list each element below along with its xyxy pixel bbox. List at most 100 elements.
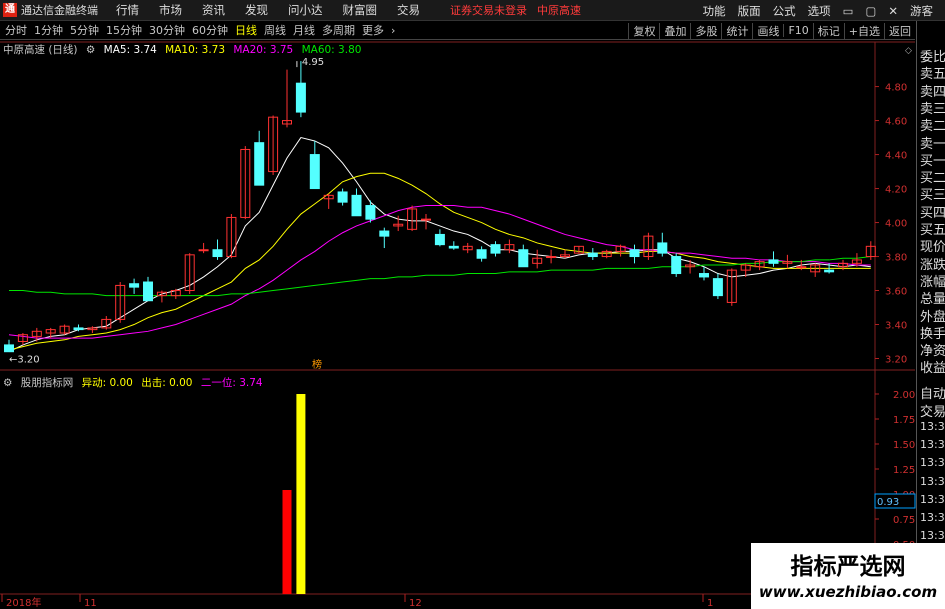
right-panel-item[interactable]: 13:37 [920,438,945,451]
right-panel-item[interactable]: 买四 [920,202,945,221]
right-panel-item[interactable]: 换手 [920,323,945,342]
watermark-url: www.xuezhibiao.com [758,583,938,601]
right-panel-item[interactable]: 收益 [920,357,945,376]
ma20-label: MA20: 3.75 [233,44,294,56]
right-panel-item[interactable]: 买三 [920,184,945,203]
right-panel-item[interactable]: 13:37 [920,493,945,506]
ma60-label: MA60: 3.80 [301,44,362,56]
right-panel-item[interactable]: 自动 [920,383,945,402]
right-panel-item[interactable]: 卖三 [920,98,945,117]
candle-body [351,194,362,217]
candle-body [434,233,445,246]
y-tick-label: 4.00 [885,219,907,230]
ind-y-tick-label: 1.75 [893,415,915,426]
watermark-title: 指标严选网 [790,554,906,580]
candle-body [587,252,598,258]
ma10-label: MA10: 3.73 [165,44,226,56]
date-label: 11 [84,598,97,609]
y-tick-label: 4.60 [885,117,907,128]
right-panel-item[interactable]: 13:37 [920,420,945,433]
list-marker: 榜 [312,358,322,371]
right-panel-item[interactable]: 买二 [920,167,945,186]
candle-body [768,259,779,264]
ind-y-tick-label: 1.50 [893,440,915,451]
right-panel-item[interactable]: 卖一 [920,133,945,152]
right-quote-panel: 委比 卖五 卖四 卖三 卖二 卖一 买一 买二 买三 买四 买五 现价 涨跌 涨幅 总量 外盘 换手 净资 收益自动… [916,21,945,609]
candle-body [379,230,390,237]
low-label: ←3.20 [9,355,40,366]
right-panel-item[interactable]: 总量 [920,288,945,307]
candle-body [824,269,835,273]
erweiyi-label: 二一位: 3.74 [200,377,263,389]
current-value: 0.93 [877,497,899,508]
right-panel-item[interactable]: 买一 [920,150,945,169]
right-panel-item[interactable]: 涨跌 [920,254,945,273]
candle-body [448,245,459,249]
right-panel-item[interactable]: 13:37 [920,456,945,469]
right-panel-item[interactable]: 买五 [920,219,945,238]
y-tick-label: 3.80 [885,253,907,264]
candle-body [671,256,682,275]
y-tick-label: 4.80 [885,83,907,94]
y-tick-label: 3.40 [885,321,907,332]
right-panel-item[interactable]: 卖四 [920,81,945,100]
right-panel-item[interactable]: 现价 [920,236,945,255]
right-panel-item[interactable]: 卖二 [920,115,945,134]
candle-body [212,249,223,258]
candle-body [309,154,320,190]
date-label: 1 [707,598,713,609]
right-panel-item[interactable]: 交易 [920,401,945,420]
right-panel-item[interactable]: 13:37 [920,475,945,488]
indicator-bar [282,490,292,594]
settings-gear-icon[interactable]: ⚙ [86,44,95,56]
kline-chart[interactable]: 3.20 3.40 3.60 3.80 4.00 4.20 4.40 4.60 4.80 ◇ 4.9… [0,0,945,609]
y-tick-label: 4.40 [885,151,907,162]
candle-body [699,273,709,278]
candle-body [629,249,640,258]
candle-body [295,82,306,113]
date-label: 2018年 [6,596,41,609]
candle-body [337,191,348,203]
candle-body [73,327,84,331]
candle-body [796,266,807,269]
main-chart-header: 中原高速 (日线) ⚙ MA5: 3.74 MA10: 3.73 MA20: 3… [3,42,366,56]
ma5-label: MA5: 3.74 [103,44,157,56]
indicator-header: ⚙ 股朋指标网 异动: 0.00 出击: 0.00 二一位: 3.74 [3,375,268,389]
candle-body [129,283,140,288]
y-tick-label: 3.20 [885,355,907,366]
high-label: 4.95 [302,57,324,68]
indicator-bar [296,394,306,594]
candle-body [476,249,487,259]
candle-body [518,249,529,268]
right-panel-item[interactable]: 13:37 [920,511,945,524]
indicator-name: 股朋指标网 [20,377,74,389]
right-panel-item[interactable]: 13:38 [920,529,945,542]
right-panel-item[interactable]: 净资 [920,340,945,359]
right-panel-item[interactable]: 委比 [920,46,945,65]
ma-line-ma10 [8,172,871,351]
candle-body [712,278,723,297]
close-small-icon: ◇ [905,46,912,56]
candle-body [657,242,668,254]
candle-body [546,256,557,259]
ind-y-tick-label: 2.00 [893,390,915,401]
candle-body [490,244,501,254]
y-tick-label: 3.60 [885,287,907,298]
candle-body [365,205,376,220]
date-label: 12 [409,598,422,609]
right-panel-item[interactable]: 卖五 [920,63,945,82]
candle-body [143,281,153,302]
ind-y-tick-label: 0.75 [893,515,915,526]
stock-title: 中原高速 (日线) [3,44,78,56]
right-panel-item[interactable]: 外盘 [920,306,945,325]
y-tick-label: 4.20 [885,185,907,196]
candle-body [421,218,431,221]
candle-body [254,142,265,186]
candle-body [198,249,209,252]
ind-y-tick-label: 1.25 [893,465,915,476]
candle-body [4,344,14,353]
yidong-label: 异动: 0.00 [81,377,133,389]
right-panel-item[interactable]: 涨幅 [920,271,945,290]
indicator-gear-icon[interactable]: ⚙ [3,377,12,389]
chuji-label: 出击: 0.00 [141,377,193,389]
